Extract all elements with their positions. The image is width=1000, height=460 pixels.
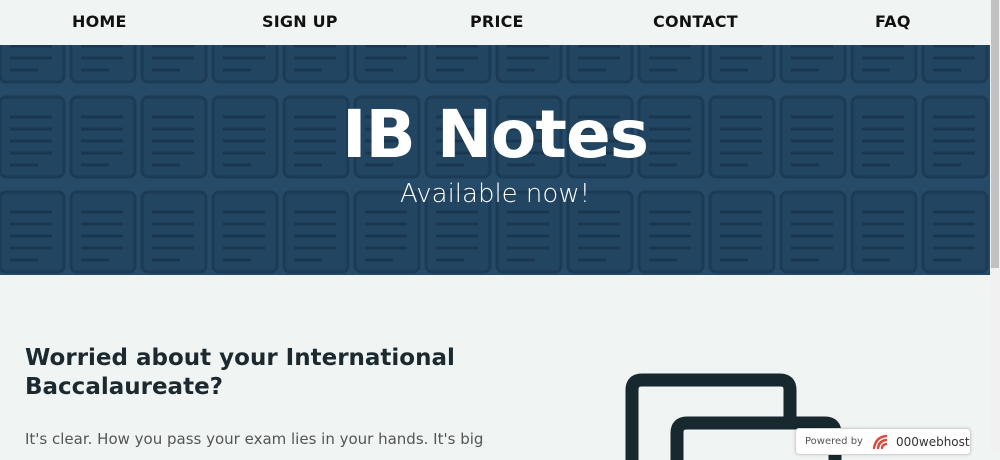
hero-banner: IB Notes Available now! bbox=[0, 45, 990, 275]
top-nav: HOME SIGN UP PRICE CONTACT FAQ bbox=[0, 0, 990, 45]
section-heading: Worried about your International Baccala… bbox=[25, 345, 455, 400]
scrollbar-thumb[interactable] bbox=[991, 0, 999, 268]
badge-brand-name: 000webhost bbox=[895, 434, 970, 449]
hero-subtitle: Available now! bbox=[399, 179, 591, 209]
nav-price-link[interactable]: PRICE bbox=[470, 12, 524, 31]
nav-signup-link[interactable]: SIGN UP bbox=[262, 12, 338, 31]
page-scrollbar[interactable] bbox=[990, 0, 1000, 451]
nav-contact-link[interactable]: CONTACT bbox=[653, 12, 738, 31]
badge-powered-label: Powered by bbox=[805, 436, 863, 447]
intro-paragraph: It's clear. How you pass your exam lies … bbox=[25, 430, 484, 448]
000webhost-logo-icon bbox=[872, 434, 892, 450]
nav-faq-link[interactable]: FAQ bbox=[875, 12, 911, 31]
hero-title: IB Notes bbox=[341, 96, 649, 173]
nav-home-link[interactable]: HOME bbox=[72, 12, 127, 31]
